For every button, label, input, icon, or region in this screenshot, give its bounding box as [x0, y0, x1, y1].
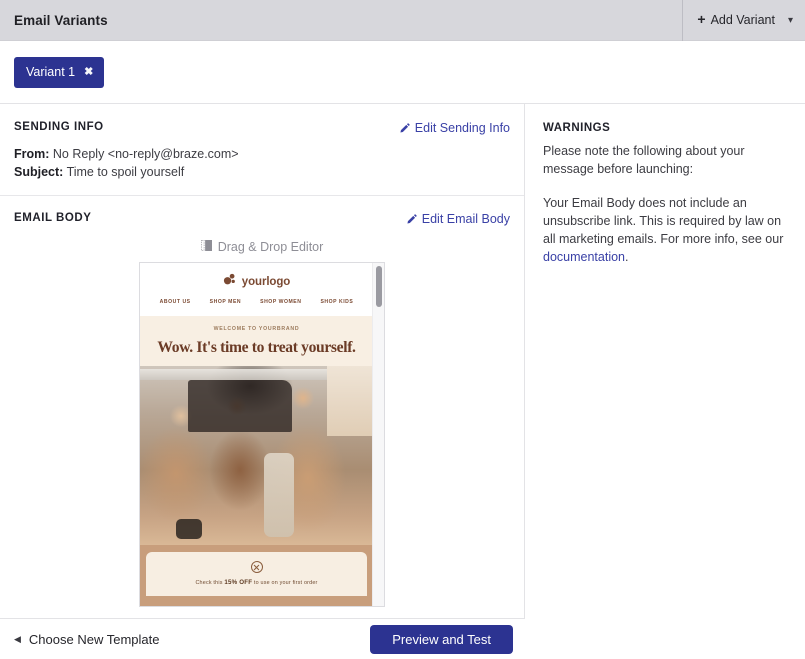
- email-preview-content: yourlogo ABOUT US SHOP MEN SHOP WOMEN SH…: [140, 263, 373, 606]
- promo-highlight: 15% OFF: [224, 579, 253, 586]
- sending-info-section: SENDING INFO Edit Sending Info From: No: [0, 104, 524, 195]
- email-hero-text: WELCOME TO YOURBRAND Wow. It's time to t…: [140, 316, 373, 366]
- sending-info-header: SENDING INFO Edit Sending Info: [14, 121, 510, 135]
- drag-drop-editor-label: Drag & Drop Editor: [217, 240, 324, 254]
- from-key: From:: [14, 147, 50, 161]
- email-nav-item: ABOUT US: [159, 299, 191, 305]
- email-body-section: EMAIL BODY Edit Email Body Drag & Drop E…: [0, 196, 524, 607]
- email-nav: ABOUT US SHOP MEN SHOP WOMEN SHOP KIDS: [140, 299, 373, 309]
- email-body-title: EMAIL BODY: [14, 212, 92, 224]
- email-hero-image: [140, 366, 373, 545]
- email-body-header: EMAIL BODY Edit Email Body: [14, 212, 510, 226]
- email-nav-item: SHOP MEN: [209, 299, 242, 305]
- from-value: No Reply <no-reply@braze.com>: [52, 147, 239, 161]
- from-row: From: No Reply <no-reply@braze.com>: [14, 145, 510, 163]
- plus-icon: +: [697, 11, 706, 27]
- preview-scrollbar[interactable]: [372, 263, 384, 606]
- drag-drop-editor-label-row: Drag & Drop Editor: [14, 240, 510, 254]
- subject-row: Subject: Time to spoil yourself: [14, 163, 510, 181]
- variant-tab-label: Variant 1: [26, 65, 76, 79]
- variant-tab-1[interactable]: Variant 1 ✖: [14, 56, 105, 88]
- discount-badge-icon: [250, 561, 263, 573]
- email-promo-band: Check this 15% OFF to use on your first …: [140, 545, 373, 606]
- email-promo-text: Check this 15% OFF to use on your first …: [146, 579, 367, 586]
- warnings-intro: Please note the following about your mes…: [543, 144, 745, 176]
- promo-suffix: to use on your first order: [252, 580, 318, 586]
- pencil-icon: [406, 213, 418, 225]
- email-brand-header: yourlogo ABOUT US SHOP MEN SHOP WOMEN SH…: [140, 263, 373, 316]
- subject-value: Time to spoil yourself: [66, 165, 185, 179]
- email-headline: Wow. It's time to treat yourself.: [157, 339, 356, 356]
- email-promo-card: Check this 15% OFF to use on your first …: [146, 552, 367, 596]
- email-logo-text: yourlogo: [241, 275, 291, 288]
- email-logo: yourlogo: [140, 273, 373, 290]
- left-panel: SENDING INFO Edit Sending Info From: No: [0, 104, 525, 659]
- subject-key: Subject:: [14, 165, 64, 179]
- email-nav-item: SHOP KIDS: [320, 299, 354, 305]
- sending-info-title: SENDING INFO: [14, 121, 104, 133]
- email-preview-frame[interactable]: yourlogo ABOUT US SHOP MEN SHOP WOMEN SH…: [139, 262, 385, 607]
- add-variant-label: Add Variant: [710, 13, 775, 27]
- choose-new-template-label: Choose New Template: [28, 631, 160, 647]
- choose-new-template-button[interactable]: ◀ Choose New Template: [14, 632, 159, 647]
- warnings-body-suffix: .: [625, 250, 629, 264]
- promo-prefix: Check this: [195, 580, 225, 586]
- warnings-title: WARNINGS: [543, 122, 611, 134]
- pencil-icon: [399, 122, 411, 134]
- grid-layout-icon: [200, 240, 212, 254]
- email-variants-page: Email Variants + Add Variant ▾ Variant 1…: [0, 0, 805, 659]
- add-variant-button[interactable]: + Add Variant ▾: [682, 0, 805, 41]
- photo-garment: [264, 453, 294, 537]
- photo-car-window: [188, 380, 292, 432]
- photo-background: [327, 366, 373, 436]
- email-kicker: WELCOME TO YOURBRAND: [213, 326, 300, 332]
- close-icon[interactable]: ✖: [84, 66, 93, 78]
- page-header: Email Variants + Add Variant ▾: [0, 0, 805, 41]
- edit-sending-info-link[interactable]: Edit Sending Info: [399, 121, 510, 135]
- main-content: SENDING INFO Edit Sending Info From: No: [0, 104, 805, 659]
- documentation-link[interactable]: documentation: [543, 250, 625, 264]
- footer-action-bar: ◀ Choose New Template Preview and Test: [0, 618, 525, 659]
- chevron-down-icon: ▾: [787, 14, 793, 26]
- preview-scrollbar-thumb[interactable]: [376, 266, 382, 307]
- email-nav-item: SHOP WOMEN: [260, 299, 302, 305]
- variant-tab-row: Variant 1 ✖: [0, 41, 805, 104]
- chevron-left-icon: ◀: [14, 633, 21, 644]
- warnings-body: Your Email Body does not include an unsu…: [543, 194, 789, 266]
- edit-sending-info-label: Edit Sending Info: [414, 121, 510, 135]
- preview-and-test-button[interactable]: Preview and Test: [370, 624, 513, 654]
- brand-logo-icon: [223, 272, 237, 291]
- edit-email-body-link[interactable]: Edit Email Body: [406, 212, 510, 226]
- edit-email-body-label: Edit Email Body: [421, 212, 510, 226]
- page-title: Email Variants: [14, 12, 108, 28]
- warnings-body-prefix: Your Email Body does not include an unsu…: [543, 196, 784, 246]
- warnings-panel: WARNINGS Please note the following about…: [526, 104, 805, 659]
- sending-info-details: From: No Reply <no-reply@braze.com> Subj…: [14, 145, 510, 181]
- photo-bag: [176, 519, 202, 539]
